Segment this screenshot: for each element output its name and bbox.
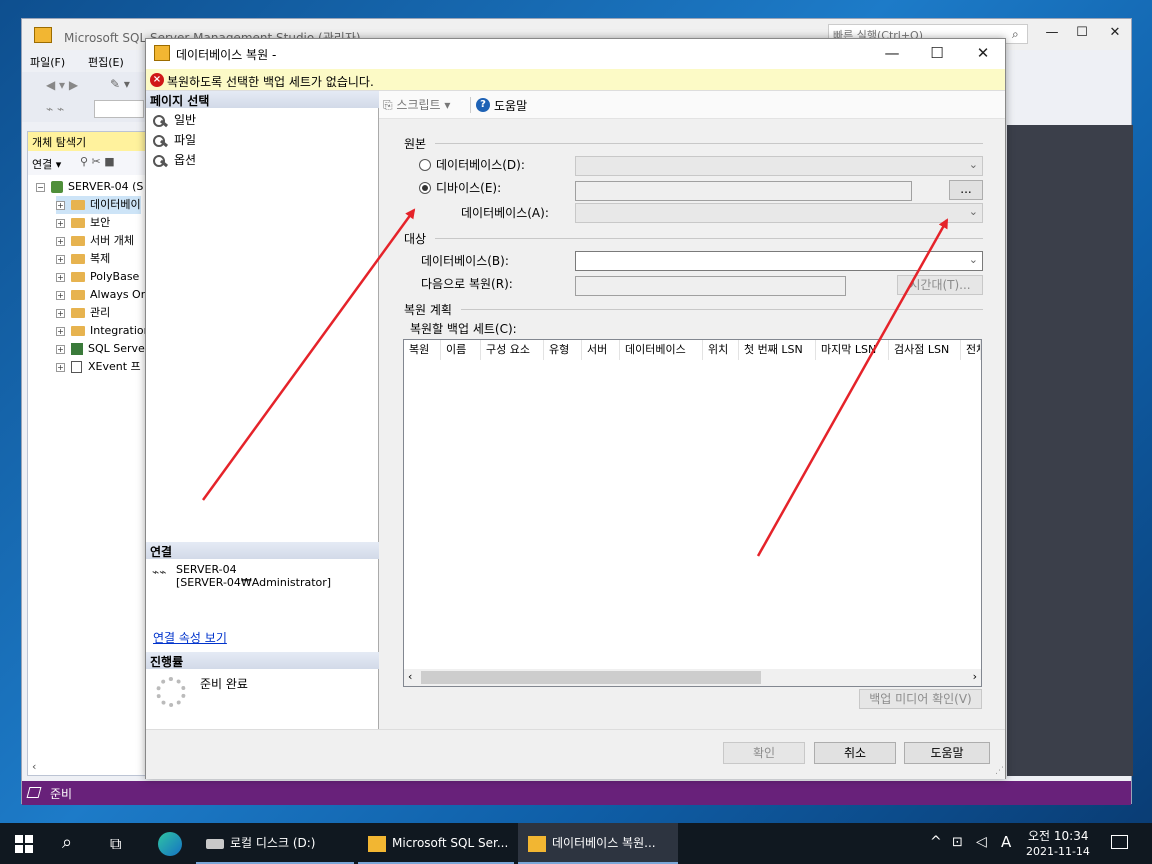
volume-icon[interactable]: ◁	[976, 834, 987, 850]
search-icon[interactable]: ⌕	[62, 832, 72, 853]
windows-taskbar: ⌕ ⧉ 로컬 디스크 (D:) Microsoft SQL Ser... 데이터…	[0, 823, 1152, 864]
annotation-arrows	[201, 208, 949, 557]
notification-center-icon[interactable]	[1111, 835, 1128, 849]
ssms-icon	[368, 835, 386, 852]
network-icon[interactable]: ⊡	[952, 835, 963, 850]
show-hidden-icons-chevron-icon[interactable]: ^	[930, 834, 942, 850]
taskbar-app-ssms[interactable]: Microsoft SQL Ser...	[358, 823, 514, 864]
annotation-arrow-left	[201, 208, 416, 501]
task-view-icon[interactable]: ⧉	[110, 834, 121, 854]
taskbar-app-explorer[interactable]: 로컬 디스크 (D:)	[196, 823, 354, 864]
ime-indicator[interactable]: A	[1001, 833, 1011, 851]
restore-dialog-icon	[528, 835, 546, 852]
clock-time[interactable]: 오전 10:34	[1028, 827, 1088, 844]
annotation-arrow-right	[756, 218, 949, 557]
edge-icon[interactable]	[158, 832, 182, 856]
taskbar-app-restore-dialog[interactable]: 데이터베이스 복원...	[518, 823, 678, 864]
drive-icon	[206, 838, 224, 849]
start-button[interactable]	[15, 835, 33, 853]
clock-date[interactable]: 2021-11-14	[1026, 845, 1090, 858]
